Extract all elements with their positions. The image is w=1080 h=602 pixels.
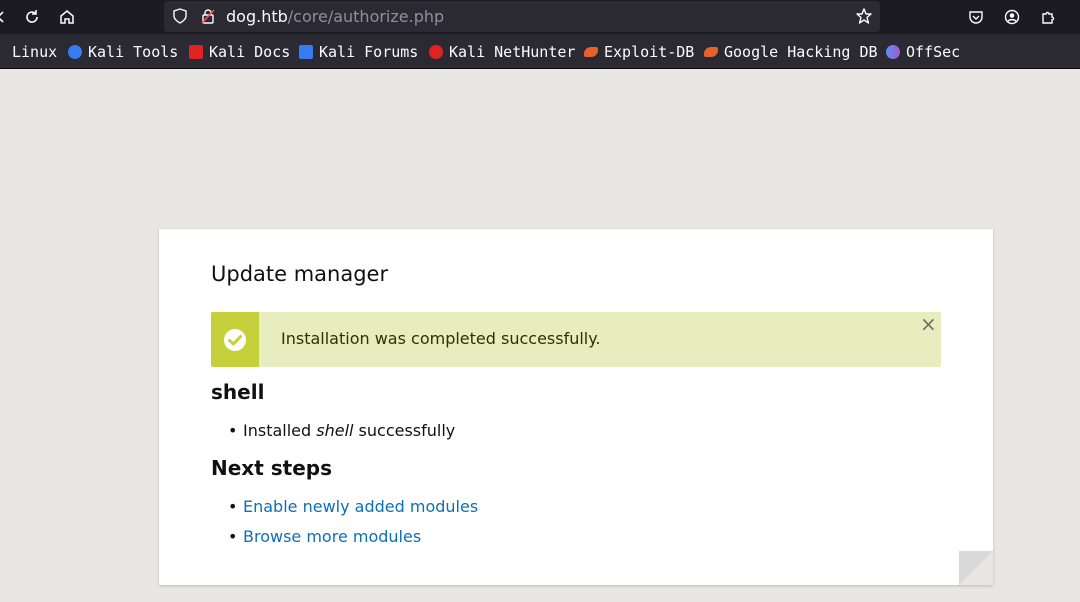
home-icon[interactable] [56,6,78,28]
list-item: Installed shell successfully [228,421,456,440]
status-message: Installation was completed successfully.… [211,312,941,367]
browse-modules-link[interactable]: Browse more modules [243,527,421,546]
page-curl-corner [959,551,993,585]
list-item: Browse more modules [228,527,421,546]
browser-toolbar: dog.htb/core/authorize.php [0,0,1080,34]
bookmarks-toolbar: Linux Kali Tools Kali Docs Kali Forums K… [0,34,1080,69]
status-accent [211,312,259,367]
url-text[interactable]: dog.htb/core/authorize.php [226,7,444,26]
bookmark-label: OffSec [906,43,961,61]
pocket-icon[interactable] [965,6,987,28]
bookmark-label: Google Hacking DB [724,43,878,61]
update-manager-panel: Update manager Installation was complete… [159,229,993,585]
page-title: Update manager [211,262,389,286]
kali-docs-icon [189,45,203,59]
bookmark-kali-forums[interactable]: Kali Forums [299,43,418,61]
exploit-db-icon [584,47,598,57]
bookmark-kali-nethunter[interactable]: Kali NetHunter [429,43,575,61]
bookmark-kali-docs[interactable]: Kali Docs [189,43,290,61]
bookmark-google-hacking-db[interactable]: Google Hacking DB [704,43,878,61]
installed-prefix: Installed [243,421,317,440]
installed-suffix: successfully [353,421,456,440]
list-item: Enable newly added modules [228,497,478,516]
kali-forums-icon [299,45,313,59]
bookmark-label: Kali Forums [319,43,419,61]
enable-modules-link[interactable]: Enable newly added modules [243,497,478,516]
bookmark-kali-tools[interactable]: Kali Tools [68,43,178,61]
kali-tools-icon [68,45,82,59]
status-message-text: Installation was completed successfully. [281,329,601,348]
check-circle-icon [224,328,246,351]
bookmark-label: Linux [12,43,58,61]
extensions-icon[interactable] [1037,6,1059,28]
account-icon[interactable] [1001,6,1023,28]
bookmark-linux[interactable]: Linux [0,43,57,61]
installed-module-name: shell [316,421,354,440]
bookmark-label: Kali Tools [88,43,179,61]
bookmark-exploit-db[interactable]: Exploit-DB [584,43,694,61]
bookmark-label: Kali Docs [209,43,291,61]
offsec-icon [886,45,900,59]
reload-icon[interactable] [21,6,43,28]
google-hacking-db-icon [704,47,718,57]
shield-icon[interactable] [169,5,191,27]
close-icon[interactable]: × [920,314,937,334]
url-path: /core/authorize.php [287,7,445,26]
bookmark-star-icon[interactable] [853,5,875,27]
url-host: dog.htb [226,7,288,26]
url-bar[interactable]: dog.htb/core/authorize.php [164,1,880,32]
bookmark-offsec[interactable]: OffSec [886,43,960,61]
bookmark-label: Exploit-DB [604,43,695,61]
kali-nethunter-icon [429,45,443,59]
back-icon[interactable] [0,6,12,28]
bookmark-label: Kali NetHunter [449,43,576,61]
insecure-lock-icon[interactable] [197,5,219,27]
next-steps-heading: Next steps [211,456,332,480]
module-heading: shell [211,380,265,404]
